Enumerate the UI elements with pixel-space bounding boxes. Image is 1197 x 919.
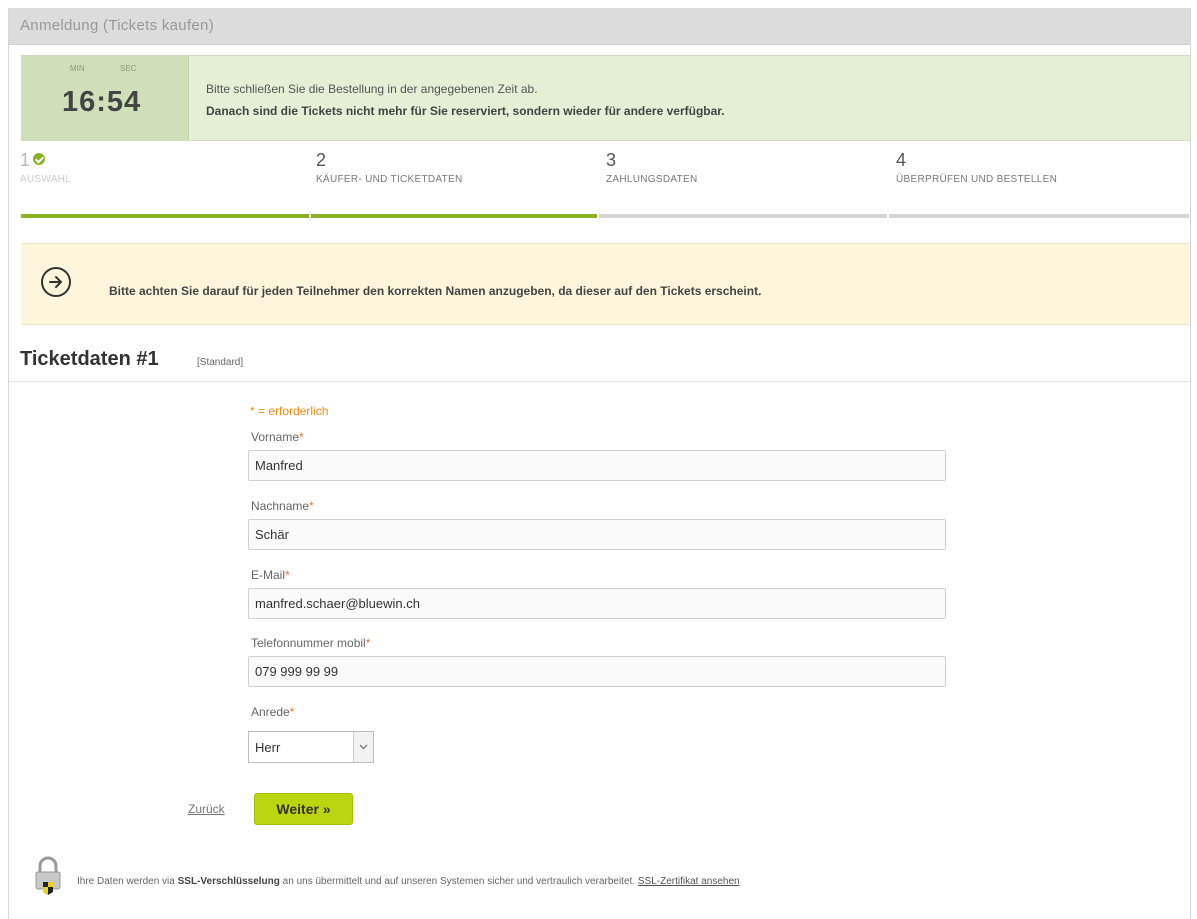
ssl-info-text: Ihre Daten werden via SSL-Verschlüsselun…: [77, 876, 740, 887]
step-4-progress-bar: [889, 214, 1189, 218]
countdown-time: 16:54: [62, 86, 142, 118]
step-number: 2: [316, 150, 327, 170]
step-label: KÄUFER- UND TICKETDATEN: [316, 174, 463, 185]
minutes-label: MIN: [70, 64, 85, 73]
check-icon: [33, 153, 46, 166]
step-label: ÜBERPRÜFEN UND BESTELLEN: [896, 174, 1058, 185]
first-name-input[interactable]: [248, 450, 946, 481]
name-notice-box: Bitte achten Sie darauf für jeden Teilne…: [21, 243, 1189, 325]
salutation-label: Anrede*: [251, 705, 295, 719]
step-label: AUSWAHL: [20, 174, 72, 185]
step-number: 1: [20, 150, 31, 170]
ticket-type-tag: [Standard]: [197, 357, 244, 368]
step-2-kaeufer-ticketdaten: 2 KÄUFER- UND TICKETDATEN: [316, 150, 596, 185]
phone-label: Telefonnummer mobil*: [251, 636, 371, 650]
chevron-down-icon[interactable]: [353, 732, 373, 762]
back-link[interactable]: Zurück: [188, 802, 225, 816]
checkout-window: Anmeldung (Tickets kaufen) MIN SEC 16:54…: [8, 8, 1191, 919]
step-number: 4: [896, 150, 907, 170]
required-note: * = erforderlich: [250, 404, 329, 418]
next-button[interactable]: Weiter »: [254, 793, 353, 825]
step-1-auswahl: 1 AUSWAHL: [20, 150, 300, 185]
step-3-zahlungsdaten: 3 ZAHLUNGSDATEN: [606, 150, 886, 185]
lock-icon: [31, 856, 65, 901]
timer-warning: Danach sind die Tickets nicht mehr für S…: [206, 104, 725, 118]
section-divider: [9, 381, 1190, 382]
first-name-label: Vorname*: [251, 430, 304, 444]
mobile-phone-input[interactable]: [248, 656, 946, 687]
email-input[interactable]: [248, 588, 946, 619]
section-title: Ticketdaten #1: [20, 348, 159, 370]
step-1-progress-bar: [21, 214, 309, 218]
title-bar: Anmeldung (Tickets kaufen): [9, 8, 1190, 45]
last-name-input[interactable]: [248, 519, 946, 550]
timer-message: Bitte schließen Sie die Bestellung in de…: [206, 82, 538, 96]
reservation-timer-box: MIN SEC 16:54 Bitte schließen Sie die Be…: [21, 55, 1191, 141]
ssl-certificate-link[interactable]: SSL-Zertifikat ansehen: [638, 876, 740, 887]
step-number: 3: [606, 150, 617, 170]
salutation-value: Herr: [255, 740, 281, 755]
step-label: ZAHLUNGSDATEN: [606, 174, 698, 185]
countdown-clock: MIN SEC 16:54: [22, 56, 189, 140]
ssl-bold-text: SSL-Verschlüsselung: [177, 876, 280, 887]
last-name-label: Nachname*: [251, 499, 314, 513]
salutation-select[interactable]: Herr: [248, 731, 374, 763]
notice-text: Bitte achten Sie darauf für jeden Teilne…: [109, 284, 762, 298]
seconds-label: SEC: [120, 64, 137, 73]
arrow-right-circle-icon: [41, 267, 71, 297]
window-title: Anmeldung (Tickets kaufen): [20, 17, 214, 34]
email-label: E-Mail*: [251, 568, 290, 582]
step-2-progress-bar: [311, 214, 597, 218]
step-4-ueberpruefen-bestellen: 4 ÜBERPRÜFEN UND BESTELLEN: [896, 150, 1176, 185]
step-3-progress-bar: [599, 214, 887, 218]
